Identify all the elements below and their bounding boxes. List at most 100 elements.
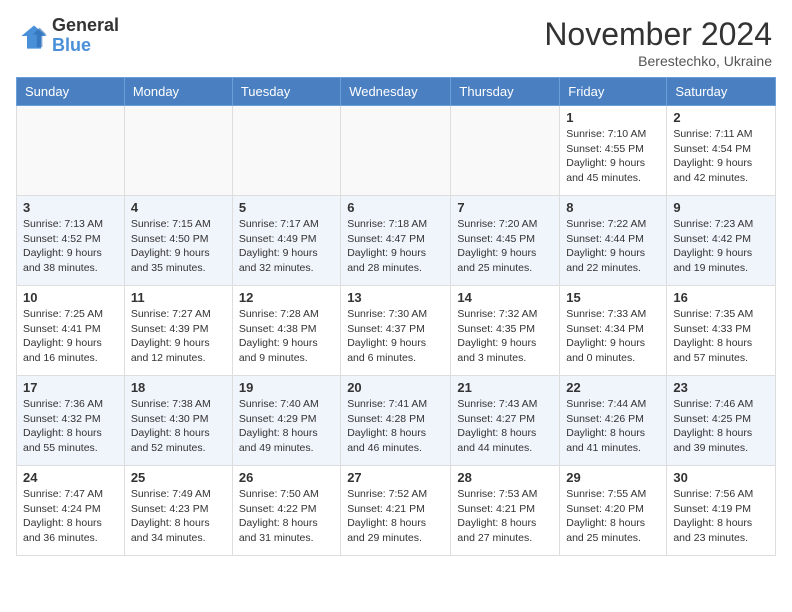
calendar-cell: 15 Sunrise: 7:33 AM Sunset: 4:34 PM Dayli…	[560, 286, 667, 376]
day-info: Sunrise: 7:32 AM Sunset: 4:35 PM Dayligh…	[457, 307, 553, 366]
day-info: Sunrise: 7:20 AM Sunset: 4:45 PM Dayligh…	[457, 217, 553, 276]
calendar-cell: 7Sunrise: 7:20 AM Sunset: 4:45 PM Daylig…	[451, 196, 560, 286]
day-info: Sunrise: 7:27 AM Sunset: 4:39 PM Dayligh…	[131, 307, 226, 366]
calendar-cell: 23 Sunrise: 7:46 AM Sunset: 4:25 PM Dayli…	[667, 376, 776, 466]
calendar-cell: 12 Sunrise: 7:28 AM Sunset: 4:38 PM Dayli…	[232, 286, 340, 376]
calendar-cell: 21 Sunrise: 7:43 AM Sunset: 4:27 PM Dayli…	[451, 376, 560, 466]
day-info: Sunrise: 7:49 AM Sunset: 4:23 PM Dayligh…	[131, 487, 226, 546]
day-info: Sunrise: 7:17 AM Sunset: 4:49 PM Dayligh…	[239, 217, 334, 276]
calendar-cell: 20 Sunrise: 7:41 AM Sunset: 4:28 PM Dayli…	[341, 376, 451, 466]
day-number: 21	[457, 380, 553, 395]
day-number: 29	[566, 470, 660, 485]
column-header-saturday: Saturday	[667, 78, 776, 106]
calendar-cell	[451, 106, 560, 196]
day-number: 30	[673, 470, 769, 485]
calendar-cell: 14 Sunrise: 7:32 AM Sunset: 4:35 PM Dayli…	[451, 286, 560, 376]
day-info: Sunrise: 7:28 AM Sunset: 4:38 PM Dayligh…	[239, 307, 334, 366]
day-number: 25	[131, 470, 226, 485]
day-info: Sunrise: 7:43 AM Sunset: 4:27 PM Dayligh…	[457, 397, 553, 456]
calendar-cell: 17 Sunrise: 7:36 AM Sunset: 4:32 PM Dayli…	[17, 376, 125, 466]
day-info: Sunrise: 7:53 AM Sunset: 4:21 PM Dayligh…	[457, 487, 553, 546]
week-row-4: 17 Sunrise: 7:36 AM Sunset: 4:32 PM Dayli…	[17, 376, 776, 466]
day-info: Sunrise: 7:46 AM Sunset: 4:25 PM Dayligh…	[673, 397, 769, 456]
day-number: 22	[566, 380, 660, 395]
calendar-cell: 28 Sunrise: 7:53 AM Sunset: 4:21 PM Dayli…	[451, 466, 560, 556]
day-info: Sunrise: 7:22 AM Sunset: 4:44 PM Dayligh…	[566, 217, 660, 276]
calendar-cell: 8 Sunrise: 7:22 AM Sunset: 4:44 PM Daylig…	[560, 196, 667, 286]
column-header-tuesday: Tuesday	[232, 78, 340, 106]
month-title: November 2024	[544, 16, 772, 53]
week-row-1: 1 Sunrise: 7:10 AM Sunset: 4:55 PM Daylig…	[17, 106, 776, 196]
day-number: 23	[673, 380, 769, 395]
day-number: 27	[347, 470, 444, 485]
location: Berestechko, Ukraine	[544, 53, 772, 69]
day-info: Sunrise: 7:23 AM Sunset: 4:42 PM Dayligh…	[673, 217, 769, 276]
day-info: Sunrise: 7:47 AM Sunset: 4:24 PM Dayligh…	[23, 487, 118, 546]
day-info: Sunrise: 7:18 AM Sunset: 4:47 PM Dayligh…	[347, 217, 444, 276]
day-info: Sunrise: 7:10 AM Sunset: 4:55 PM Dayligh…	[566, 127, 660, 186]
column-header-monday: Monday	[124, 78, 232, 106]
calendar-cell: 16Sunrise: 7:35 AM Sunset: 4:33 PM Dayli…	[667, 286, 776, 376]
day-number: 5	[239, 200, 334, 215]
logo-icon	[20, 22, 48, 50]
day-info: Sunrise: 7:13 AM Sunset: 4:52 PM Dayligh…	[23, 217, 118, 276]
day-info: Sunrise: 7:11 AM Sunset: 4:54 PM Dayligh…	[673, 127, 769, 186]
calendar-cell: 22 Sunrise: 7:44 AM Sunset: 4:26 PM Dayli…	[560, 376, 667, 466]
day-number: 15	[566, 290, 660, 305]
day-number: 3	[23, 200, 118, 215]
calendar-cell	[232, 106, 340, 196]
day-number: 10	[23, 290, 118, 305]
day-number: 11	[131, 290, 226, 305]
day-info: Sunrise: 7:33 AM Sunset: 4:34 PM Dayligh…	[566, 307, 660, 366]
logo: General Blue	[20, 16, 119, 56]
title-block: November 2024 Berestechko, Ukraine	[544, 16, 772, 69]
day-number: 20	[347, 380, 444, 395]
column-header-friday: Friday	[560, 78, 667, 106]
day-info: Sunrise: 7:25 AM Sunset: 4:41 PM Dayligh…	[23, 307, 118, 366]
day-number: 6	[347, 200, 444, 215]
calendar-cell	[124, 106, 232, 196]
day-number: 28	[457, 470, 553, 485]
calendar-cell: 26 Sunrise: 7:50 AM Sunset: 4:22 PM Dayli…	[232, 466, 340, 556]
calendar-cell: 18 Sunrise: 7:38 AM Sunset: 4:30 PM Dayli…	[124, 376, 232, 466]
day-info: Sunrise: 7:50 AM Sunset: 4:22 PM Dayligh…	[239, 487, 334, 546]
calendar-cell: 19 Sunrise: 7:40 AM Sunset: 4:29 PM Dayli…	[232, 376, 340, 466]
day-info: Sunrise: 7:41 AM Sunset: 4:28 PM Dayligh…	[347, 397, 444, 456]
day-info: Sunrise: 7:38 AM Sunset: 4:30 PM Dayligh…	[131, 397, 226, 456]
day-info: Sunrise: 7:15 AM Sunset: 4:50 PM Dayligh…	[131, 217, 226, 276]
day-number: 13	[347, 290, 444, 305]
day-number: 2	[673, 110, 769, 125]
calendar-cell: 25 Sunrise: 7:49 AM Sunset: 4:23 PM Dayli…	[124, 466, 232, 556]
calendar-cell	[341, 106, 451, 196]
day-number: 14	[457, 290, 553, 305]
calendar-table: SundayMondayTuesdayWednesdayThursdayFrid…	[16, 77, 776, 556]
day-number: 26	[239, 470, 334, 485]
calendar-cell: 13 Sunrise: 7:30 AM Sunset: 4:37 PM Dayli…	[341, 286, 451, 376]
day-info: Sunrise: 7:35 AM Sunset: 4:33 PM Dayligh…	[673, 307, 769, 366]
calendar-container: SundayMondayTuesdayWednesdayThursdayFrid…	[0, 77, 792, 564]
day-number: 12	[239, 290, 334, 305]
calendar-cell	[17, 106, 125, 196]
day-info: Sunrise: 7:30 AM Sunset: 4:37 PM Dayligh…	[347, 307, 444, 366]
page-header: General Blue November 2024 Berestechko, …	[0, 0, 792, 77]
day-number: 9	[673, 200, 769, 215]
calendar-cell: 27Sunrise: 7:52 AM Sunset: 4:21 PM Dayli…	[341, 466, 451, 556]
column-header-sunday: Sunday	[17, 78, 125, 106]
day-number: 18	[131, 380, 226, 395]
day-number: 17	[23, 380, 118, 395]
calendar-cell: 9 Sunrise: 7:23 AM Sunset: 4:42 PM Daylig…	[667, 196, 776, 286]
column-header-wednesday: Wednesday	[341, 78, 451, 106]
day-info: Sunrise: 7:40 AM Sunset: 4:29 PM Dayligh…	[239, 397, 334, 456]
day-number: 4	[131, 200, 226, 215]
week-row-2: 3 Sunrise: 7:13 AM Sunset: 4:52 PM Daylig…	[17, 196, 776, 286]
logo-general-text: General	[52, 16, 119, 36]
day-info: Sunrise: 7:44 AM Sunset: 4:26 PM Dayligh…	[566, 397, 660, 456]
day-number: 8	[566, 200, 660, 215]
day-number: 19	[239, 380, 334, 395]
day-info: Sunrise: 7:36 AM Sunset: 4:32 PM Dayligh…	[23, 397, 118, 456]
calendar-cell: 5 Sunrise: 7:17 AM Sunset: 4:49 PM Daylig…	[232, 196, 340, 286]
day-number: 1	[566, 110, 660, 125]
calendar-cell: 29Sunrise: 7:55 AM Sunset: 4:20 PM Dayli…	[560, 466, 667, 556]
calendar-cell: 2 Sunrise: 7:11 AM Sunset: 4:54 PM Daylig…	[667, 106, 776, 196]
week-row-5: 24Sunrise: 7:47 AM Sunset: 4:24 PM Dayli…	[17, 466, 776, 556]
